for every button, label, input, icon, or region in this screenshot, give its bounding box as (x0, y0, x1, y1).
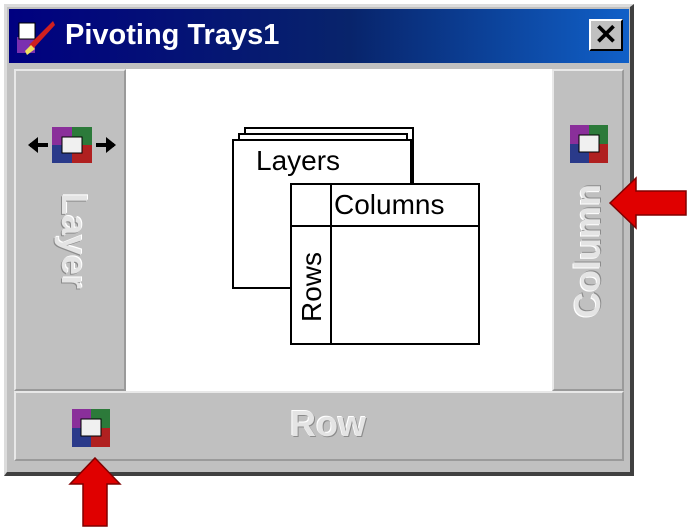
layers-label: Layers (256, 145, 341, 176)
red-arrow (68, 456, 122, 527)
row-tray[interactable]: Row (14, 391, 624, 461)
table-vertical-divider (330, 185, 332, 343)
row-tray-label: Row (290, 403, 366, 444)
pivot-icon-movable[interactable] (28, 123, 116, 167)
title-bar[interactable]: Pivoting Trays1 ✕ (9, 9, 629, 63)
layer-tray-label: Layer (54, 192, 95, 290)
pivot-diagram: Layers Columns Rows (210, 127, 480, 367)
pivot-icon[interactable] (568, 123, 610, 165)
rows-label: Rows (296, 251, 327, 323)
pivot-icon[interactable] (70, 407, 112, 449)
table-horizontal-divider (292, 225, 478, 227)
pivot-app-icon (17, 21, 55, 55)
pivoting-trays-window: Pivoting Trays1 ✕ Layer Column Row Layer… (4, 4, 634, 476)
table-card: Columns Rows (290, 183, 480, 345)
column-tray[interactable]: Column (552, 69, 624, 391)
close-icon: ✕ (594, 19, 618, 50)
close-button[interactable]: ✕ (589, 19, 623, 51)
window-title: Pivoting Trays1 (65, 19, 280, 51)
layer-tray[interactable]: Layer (14, 69, 126, 391)
column-tray-label: Column (567, 184, 608, 318)
columns-label: Columns (334, 189, 445, 220)
pivot-client-area: Layer Column Row Layers Columns Rows (14, 69, 624, 461)
red-arrow (608, 176, 687, 230)
